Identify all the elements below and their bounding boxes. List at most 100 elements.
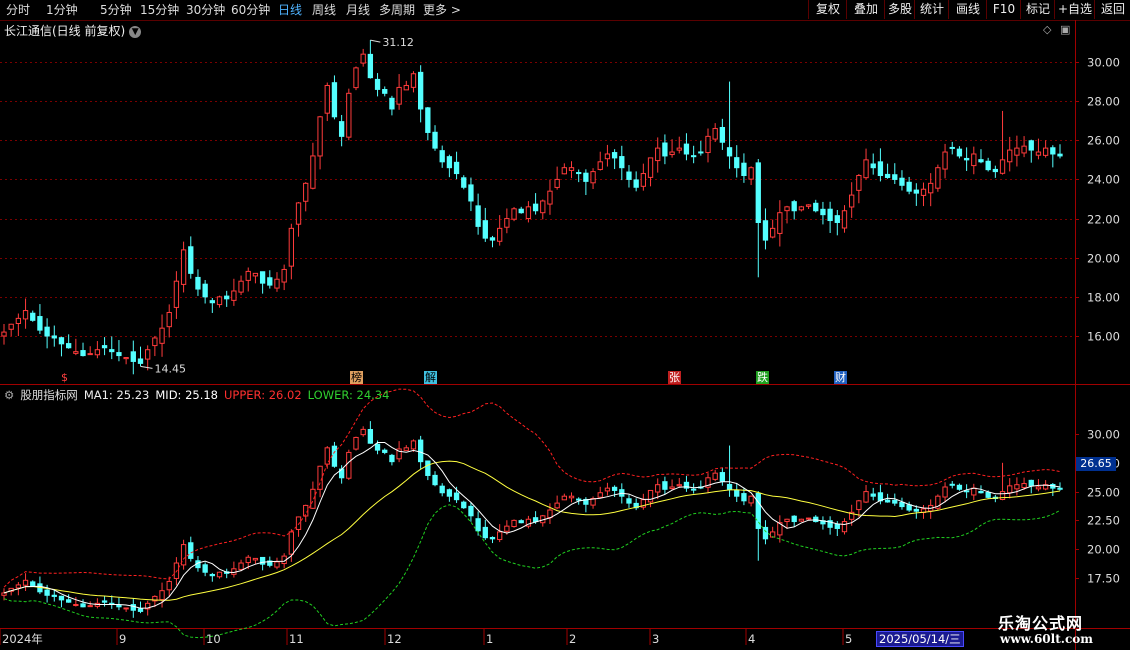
main-candle-body <box>547 190 553 205</box>
low-price-label: 14.45 <box>154 362 186 375</box>
main-candle-body <box>820 208 826 216</box>
ind-candle-body <box>719 472 726 482</box>
main-candle-body <box>719 126 726 143</box>
ind-candle-body <box>497 531 503 541</box>
main-candle-body <box>37 316 43 331</box>
main-candle-body <box>949 146 955 149</box>
main-candle-body <box>863 159 869 179</box>
main-candle-body <box>640 173 647 187</box>
x-axis-label: 4 <box>748 632 755 646</box>
event-limit-down[interactable]: 跌 <box>756 371 769 384</box>
main-candle-body <box>726 147 733 157</box>
main-candle-body <box>410 73 417 88</box>
ind-candle-body <box>791 515 797 523</box>
main-candle-body <box>999 159 1006 174</box>
main-candle-body <box>626 171 632 180</box>
x-axis-label: 12 <box>387 632 402 646</box>
diamond-icon[interactable]: ◇ <box>1043 23 1051 36</box>
main-candle-body <box>633 179 639 188</box>
main-candle-body <box>188 246 194 274</box>
main-candle-body <box>762 220 769 241</box>
price-tick-label: 30.00 <box>1087 56 1120 70</box>
ind-candle-body <box>805 517 812 520</box>
ind-candle-body <box>956 484 963 490</box>
ind-candle-body <box>1021 483 1027 489</box>
ind-candle-body <box>971 487 977 496</box>
settings-icon[interactable]: ⚙ <box>4 388 14 402</box>
ind-candle-body <box>382 449 388 453</box>
main-candle-body <box>662 142 668 157</box>
high-marker-line <box>370 39 381 43</box>
chevron-down-icon[interactable]: ▼ <box>129 25 142 38</box>
ind-candle-body <box>554 502 560 509</box>
ind-candle-body <box>834 523 840 529</box>
main-candle-body <box>561 167 567 175</box>
ind-candle-body <box>813 516 819 523</box>
ind-candle-body <box>101 600 108 603</box>
event-ranking[interactable]: 榜 <box>350 371 363 384</box>
ind-candle-body <box>353 436 359 450</box>
ind-candle-body <box>374 443 381 451</box>
main-candle-body <box>1028 140 1034 151</box>
event-unlock[interactable]: 解 <box>424 371 437 384</box>
main-candle-body <box>698 151 704 154</box>
main-candle-body <box>145 349 151 360</box>
price-tick-label: 16.00 <box>1087 330 1120 344</box>
main-candle-body <box>303 182 309 202</box>
main-candle-body <box>30 312 36 321</box>
main-candle-body <box>841 210 848 229</box>
main-candle-body <box>224 295 230 300</box>
ind-candle-body <box>576 498 582 501</box>
main-candle-body <box>554 178 560 188</box>
main-chart-title[interactable]: 长江通信(日线 前复权) ▼ <box>4 22 142 39</box>
watermark-url: www.60lt.com <box>1000 632 1093 646</box>
ind-candle-body <box>748 495 754 504</box>
ind-candle-body <box>762 526 769 540</box>
ind-candle-body <box>51 594 57 597</box>
main-candle-body <box>1007 149 1013 163</box>
main-candle-body <box>928 182 934 194</box>
event-dividend[interactable]: $ <box>60 371 69 384</box>
main-candle-body <box>475 205 481 227</box>
main-candle-body <box>1050 147 1056 155</box>
main-candle-body <box>568 167 575 171</box>
indicator-header: ⚙ 股朋指标网 MA1: 25.23 MID: 25.18 UPPER: 26.02 LO… <box>4 387 395 403</box>
main-candle-body <box>849 194 855 208</box>
indicator-name[interactable]: 股朋指标网 <box>20 388 78 402</box>
ind-candle-body <box>999 491 1006 500</box>
main-candle-body <box>166 312 172 328</box>
main-candle-body <box>123 357 129 360</box>
main-candle-body <box>755 162 761 223</box>
event-limit-up[interactable]: 张 <box>668 371 681 384</box>
main-candle-body <box>985 160 991 171</box>
x-axis-label: 3 <box>652 632 659 646</box>
ind-candle-body <box>669 486 675 489</box>
ind-candle-body <box>425 460 431 476</box>
ind-candle-body <box>137 608 144 612</box>
ind-candle-body <box>892 499 898 504</box>
x-axis-label: 10 <box>206 632 221 646</box>
main-candle-body <box>425 107 431 133</box>
ind-candle-body <box>30 581 36 587</box>
main-candle-body <box>935 167 941 189</box>
main-candle-body <box>489 237 496 241</box>
event-finance[interactable]: 财 <box>834 371 847 384</box>
ind-candle-body <box>252 557 259 561</box>
chart-canvas: 30.00 28.00 26.00 24.00 22.00 20.00 18.00 16.00… <box>0 20 1130 650</box>
ind-candle-body <box>511 519 517 528</box>
main-candle-body <box>1 331 7 337</box>
ind-candle-body <box>690 488 697 491</box>
lower-label: LOWER: 24.34 <box>307 388 390 402</box>
ind-candle-body <box>159 590 165 601</box>
main-candle-body <box>252 272 259 277</box>
watermark-title: 乐淘公式网 <box>998 614 1084 633</box>
main-candle-body <box>15 317 22 325</box>
main-candle-body <box>971 153 977 167</box>
ind-candle-body <box>202 564 208 573</box>
mid-line <box>3 460 1061 601</box>
ind-candle-body <box>295 516 302 530</box>
window-icon[interactable]: ▣ <box>1060 23 1070 36</box>
low-marker-line <box>140 365 153 369</box>
ind-candle-body <box>389 454 395 463</box>
main-candle-body <box>173 280 180 308</box>
